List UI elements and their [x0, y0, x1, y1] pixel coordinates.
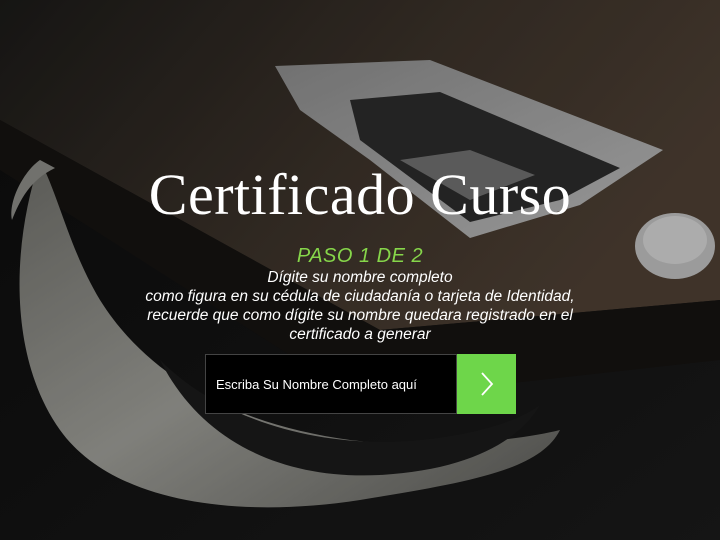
name-form: [205, 354, 516, 414]
certificate-step-page: Certificado Curso PASO 1 DE 2 Dígite su …: [0, 0, 720, 540]
instruction-line: certificado a generar: [289, 326, 431, 343]
page-title: Certificado Curso: [148, 162, 572, 227]
chevron-right-icon: [480, 372, 493, 396]
instruction-line: Dígite su nombre completo: [267, 269, 453, 286]
step-indicator: PASO 1 DE 2: [296, 245, 424, 267]
full-name-input[interactable]: [205, 354, 457, 414]
instruction-line: recuerde que como dígite su nombre queda…: [147, 307, 573, 324]
next-button[interactable]: [457, 354, 516, 414]
instruction-line: como figura en su cédula de ciudadanía o…: [145, 288, 575, 305]
instructions: Dígite su nombre completo como figura en…: [80, 268, 640, 344]
